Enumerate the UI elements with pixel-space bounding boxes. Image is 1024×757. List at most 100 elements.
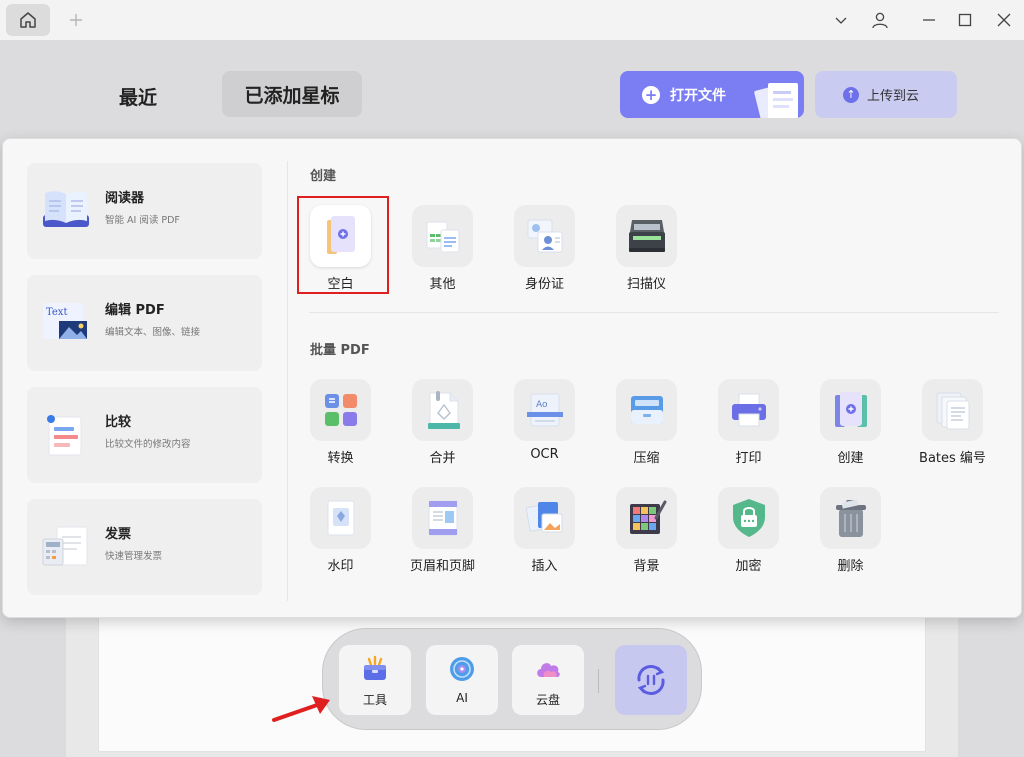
- tool-label: 删除: [837, 559, 864, 574]
- tool-watermark[interactable]: 水印: [299, 487, 379, 579]
- compare-icon: [47, 415, 82, 456]
- tool-delete[interactable]: 删除: [809, 487, 889, 579]
- tool-icon-box: [412, 379, 473, 441]
- tool-label: 创建: [837, 451, 864, 466]
- tool-convert[interactable]: 转换: [299, 379, 379, 471]
- tool-background[interactable]: 背景: [605, 487, 685, 579]
- merge-icon: [427, 391, 460, 429]
- tab-starred[interactable]: 已添加星标: [222, 71, 362, 117]
- open-file-label: 打开文件: [670, 87, 726, 104]
- tool-insert[interactable]: 插入: [503, 487, 583, 579]
- feature-card-edit-pdf[interactable]: Text 编辑 PDF 编辑文本、图像、链接: [27, 275, 262, 371]
- feature-desc: 快速管理发票: [105, 551, 163, 562]
- dock-label: AI: [456, 691, 468, 705]
- feature-title: 比较: [105, 415, 132, 430]
- tool-id-card[interactable]: 身份证: [503, 205, 583, 297]
- tool-label: 扫描仪: [626, 277, 666, 292]
- tool-compress[interactable]: 压缩: [605, 379, 685, 471]
- tool-encrypt[interactable]: 加密: [707, 487, 787, 579]
- dropdown-button[interactable]: [829, 8, 853, 32]
- print-icon: [731, 393, 766, 427]
- dock-divider: [598, 669, 599, 693]
- tool-label: 压缩: [633, 451, 660, 466]
- dock-item-tools[interactable]: 工具: [339, 645, 411, 715]
- dock-label: 云盘: [535, 693, 560, 707]
- feature-card-compare[interactable]: 比较 比较文件的修改内容: [27, 387, 262, 483]
- tool-icon-box: [514, 487, 575, 549]
- feature-desc: 编辑文本、图像、链接: [105, 327, 201, 338]
- feature-desc: 智能 AI 阅读 PDF: [105, 215, 180, 226]
- documents-icon: [754, 83, 798, 118]
- tool-label: 插入: [531, 559, 558, 574]
- tool-label: 合并: [429, 451, 456, 466]
- new-tab-button[interactable]: [66, 8, 86, 32]
- header-footer-icon: [428, 500, 457, 536]
- tool-icon-box: [820, 487, 881, 549]
- tool-label: 打印: [735, 451, 762, 466]
- close-button[interactable]: [992, 8, 1016, 32]
- background-icon: [629, 500, 666, 534]
- tool-print[interactable]: 打印: [707, 379, 787, 471]
- home-tab[interactable]: [6, 4, 50, 36]
- toolbox-icon: [364, 655, 386, 680]
- annotation-highlight-box: [297, 196, 389, 294]
- panel-divider: [287, 161, 288, 601]
- tool-icon-box: [310, 379, 371, 441]
- tool-bates-numbering[interactable]: Bates 编号: [911, 379, 991, 471]
- tool-icon-box: [412, 205, 473, 267]
- tool-icon-box: [820, 379, 881, 441]
- compress-icon: [630, 396, 663, 424]
- tool-label: 身份证: [524, 277, 564, 292]
- section-divider: [309, 312, 999, 313]
- feature-title: 发票: [105, 527, 132, 542]
- tool-icon-box: [718, 487, 779, 549]
- maximize-icon: [958, 13, 972, 27]
- tool-icon-box: [922, 379, 983, 441]
- tool-create[interactable]: 创建: [809, 379, 889, 471]
- home-icon: [20, 12, 36, 28]
- tool-label: Bates 编号: [919, 451, 986, 466]
- plus-icon: [70, 14, 82, 26]
- plus-circle-icon: +: [642, 85, 660, 104]
- tab-recent[interactable]: 最近: [96, 74, 180, 118]
- sync-icon: [637, 665, 665, 695]
- tool-label: 其他: [429, 277, 456, 292]
- minimize-button[interactable]: [917, 8, 941, 32]
- tool-label: 转换: [327, 451, 354, 466]
- upload-label: 上传到云: [867, 89, 920, 104]
- tool-icon-box: [616, 487, 677, 549]
- bottom-dock: 工具 AI 云盘: [322, 628, 702, 730]
- feature-card-reader[interactable]: 阅读器 智能 AI 阅读 PDF: [27, 163, 262, 259]
- account-button[interactable]: [868, 8, 892, 32]
- feature-title: 编辑 PDF: [105, 303, 165, 318]
- upload-to-cloud-button[interactable]: ↑ 上传到云: [815, 71, 957, 118]
- bates-icon: [936, 392, 969, 430]
- maximize-button[interactable]: [953, 8, 977, 32]
- tool-label: 加密: [735, 559, 762, 574]
- tool-header-footer[interactable]: 页眉和页脚: [401, 487, 481, 579]
- dock-sync-button[interactable]: [615, 645, 687, 715]
- tool-icon-box: [412, 487, 473, 549]
- ocr-icon-text: Ao: [536, 400, 548, 410]
- open-file-button[interactable]: + 打开文件: [620, 71, 804, 118]
- convert-icon: [324, 394, 357, 426]
- dock-item-cloud[interactable]: 云盘: [512, 645, 584, 715]
- insert-icon: [525, 502, 562, 533]
- tools-panel: 阅读器 智能 AI 阅读 PDF Text 编辑 PDF 编辑文本、图像、链接 …: [2, 138, 1022, 618]
- tool-other[interactable]: 其他: [401, 205, 481, 297]
- feature-card-invoice[interactable]: 发票 快速管理发票: [27, 499, 262, 595]
- other-doc-icon: [426, 221, 459, 253]
- tool-merge[interactable]: 合并: [401, 379, 481, 471]
- tool-ocr[interactable]: Ao OCR: [503, 379, 583, 471]
- dock-item-ai[interactable]: AI: [426, 645, 498, 715]
- tool-scanner[interactable]: 扫描仪: [605, 205, 685, 297]
- tool-label: 水印: [327, 559, 354, 574]
- tool-icon-box: [616, 379, 677, 441]
- trash-icon: [835, 499, 866, 537]
- user-icon: [872, 12, 888, 29]
- cloud-icon: [537, 663, 560, 677]
- ai-icon: [450, 657, 474, 681]
- id-card-icon: [527, 219, 562, 253]
- tool-icon-box: [310, 487, 371, 549]
- tool-icon-box: [718, 379, 779, 441]
